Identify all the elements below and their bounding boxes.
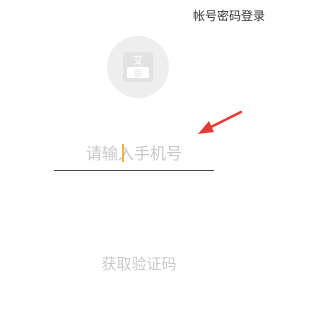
get-code-button[interactable]: 获取验证码	[84, 250, 194, 276]
password-login-link[interactable]: 帐号密码登录	[193, 7, 265, 24]
logo-text-top: 艾	[133, 55, 143, 67]
logo-text-bottom: 面	[134, 69, 142, 78]
phone-field[interactable]	[54, 138, 214, 171]
phone-input[interactable]	[54, 138, 214, 168]
red-arrow-icon	[198, 110, 243, 134]
logo-glyph: 艾 面	[123, 52, 153, 82]
app-logo-icon: 艾 面	[107, 36, 169, 98]
phone-underline	[54, 170, 214, 171]
text-caret	[122, 144, 124, 162]
